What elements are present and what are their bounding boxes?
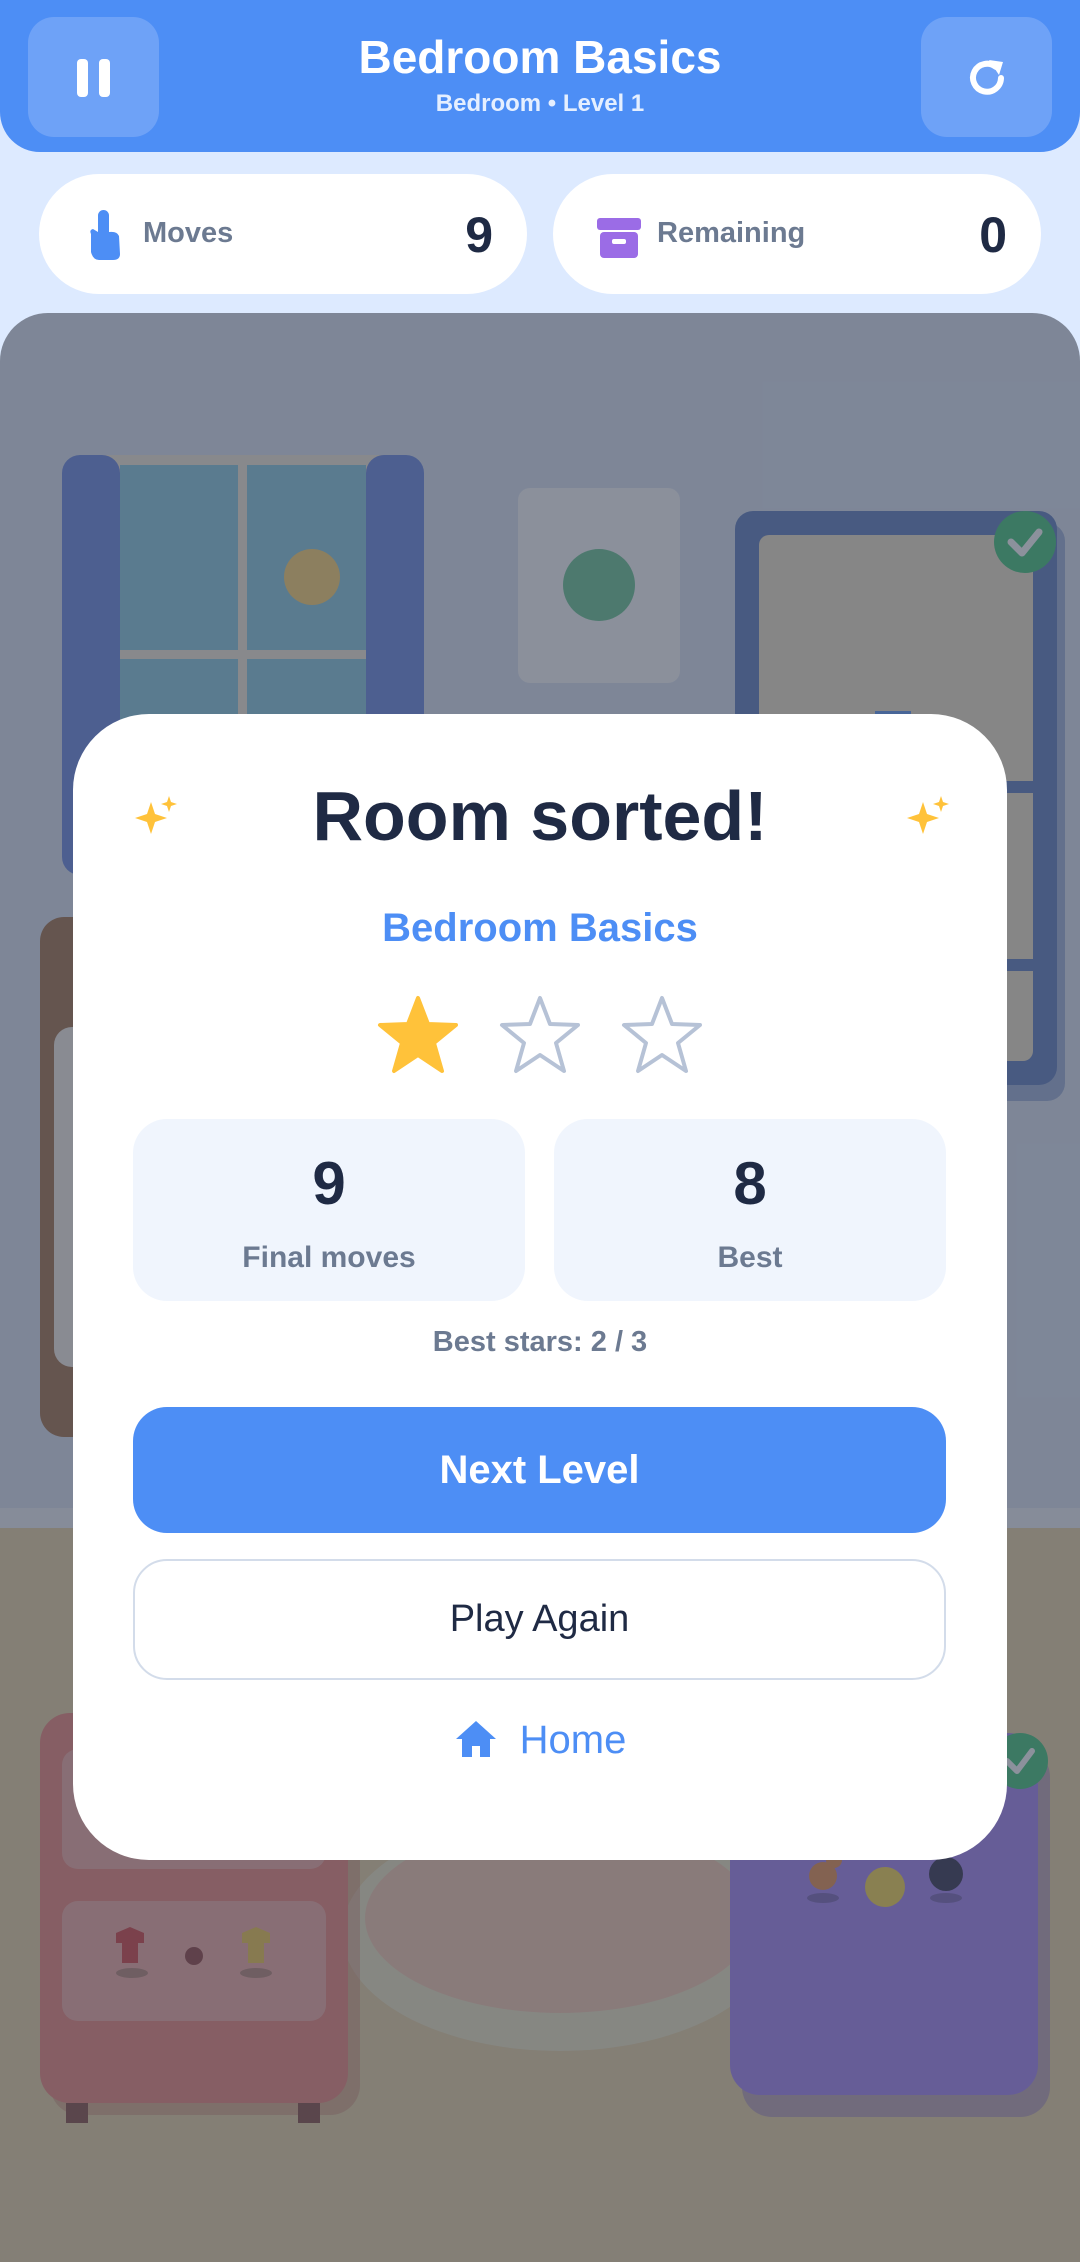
remaining-value: 0: [979, 207, 1007, 263]
best-label: Best: [717, 1241, 783, 1274]
level-complete-dialog: Room sorted! Bedroom Basics 9 Final move…: [73, 714, 1007, 1860]
final-moves-value: 9: [312, 1150, 346, 1217]
next-level-button[interactable]: Next Level: [133, 1407, 946, 1533]
star-icon: [378, 996, 458, 1073]
best-stars-text: Best stars: 2 / 3: [432, 1326, 648, 1358]
remaining-counter: Remaining 0: [553, 174, 1041, 294]
restart-icon: [970, 60, 1004, 95]
dialog-title: Room sorted!: [312, 777, 768, 855]
final-moves-stat: 9 Final moves: [133, 1119, 525, 1301]
best-value: 8: [733, 1150, 767, 1217]
remaining-label: Remaining: [657, 217, 806, 249]
moves-counter: Moves 9: [39, 174, 527, 294]
top-bar: Bedroom Basics Bedroom • Level 1: [0, 0, 1080, 152]
final-moves-label: Final moves: [242, 1241, 416, 1274]
tap-hand-icon: [90, 210, 120, 260]
home-button[interactable]: Home: [73, 1710, 1007, 1770]
best-stat: 8 Best: [554, 1119, 946, 1301]
home-label: Home: [519, 1718, 627, 1762]
star-icon: [500, 996, 580, 1073]
dialog-level-name: Bedroom Basics: [382, 906, 698, 950]
play-again-button[interactable]: Play Again: [133, 1559, 946, 1680]
moves-value: 9: [465, 207, 493, 263]
restart-button[interactable]: [921, 17, 1052, 137]
level-subtitle: Bedroom • Level 1: [435, 90, 645, 117]
home-icon: [455, 1721, 496, 1757]
level-title: Bedroom Basics: [358, 31, 722, 83]
storage-box-icon: [597, 218, 641, 258]
star-icon: [622, 996, 702, 1073]
moves-label: Moves: [143, 217, 234, 249]
star-rating: [73, 994, 1007, 1078]
